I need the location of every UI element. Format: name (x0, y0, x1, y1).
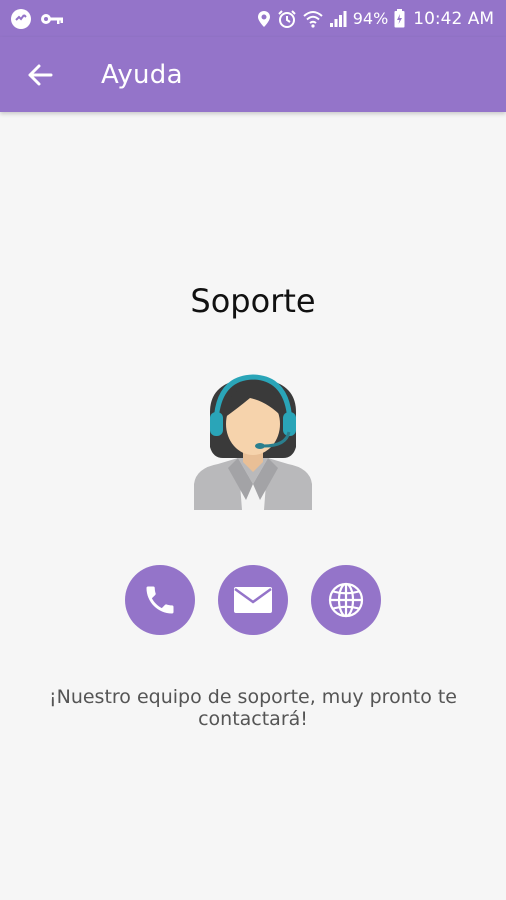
location-icon (257, 10, 270, 27)
globe-icon (328, 582, 364, 618)
mail-icon (234, 587, 272, 613)
status-bar: 94% 10:42 AM (0, 0, 506, 37)
signal-icon (329, 10, 347, 27)
status-bar-right: 94% 10:42 AM (257, 9, 494, 29)
email-button[interactable] (218, 565, 288, 635)
support-message: ¡Nuestro equipo de soporte, muy pronto t… (49, 686, 457, 730)
alarm-icon (278, 9, 296, 28)
key-icon (41, 13, 63, 24)
website-button[interactable] (311, 565, 381, 635)
status-bar-left (10, 8, 64, 30)
call-button[interactable] (125, 565, 195, 635)
phone-icon (146, 586, 174, 614)
support-agent-illustration (194, 374, 312, 510)
page-title: Ayuda (101, 59, 183, 90)
clock-time: 10:42 AM (413, 8, 494, 29)
support-title: Soporte (190, 282, 316, 320)
battery-icon (394, 9, 405, 28)
app-bar: Ayuda (0, 37, 506, 112)
wifi-icon (303, 10, 323, 28)
vpn-badge-icon (11, 8, 31, 29)
contact-actions (0, 565, 506, 635)
back-button[interactable] (20, 55, 60, 95)
arrow-left-icon (28, 64, 53, 85)
battery-percent: 94% (352, 9, 389, 28)
